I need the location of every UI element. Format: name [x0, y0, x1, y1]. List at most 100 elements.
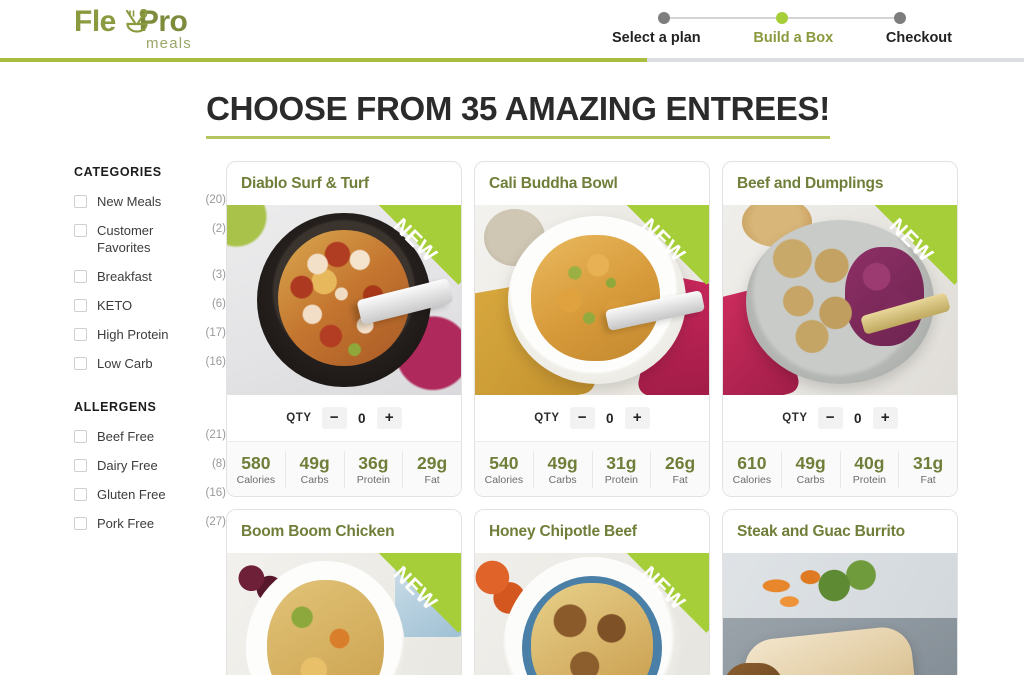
- filter-label-gluten-free: Gluten Free: [97, 487, 166, 502]
- filter-label-dairy-free: Dairy Free: [97, 458, 158, 473]
- filter-item-dairy-free[interactable]: Dairy Free (8): [74, 457, 226, 474]
- filter-count-breakfast: (3): [211, 269, 226, 281]
- qty-stepper: − 0 +: [569, 407, 650, 429]
- logo-wordmark: Fle Pro: [74, 6, 224, 38]
- filter-item-keto[interactable]: KETO (6): [74, 297, 226, 314]
- meal-photo: NEW: [723, 205, 957, 395]
- filter-item-low-carb[interactable]: Low Carb (16): [74, 355, 226, 372]
- filter-count-new-meals: (20): [205, 194, 226, 206]
- filter-sidebar: CATEGORIES New Meals (20) Customer Favor…: [74, 161, 226, 675]
- stepper-dot-select-a-plan[interactable]: [658, 12, 670, 24]
- filter-count-dairy-free: (8): [211, 458, 226, 470]
- meal-title: Steak and Guac Burrito: [737, 523, 905, 540]
- qty-label: QTY: [782, 412, 808, 424]
- meal-title: Cali Buddha Bowl: [489, 175, 618, 192]
- filter-count-keto: (6): [211, 298, 226, 310]
- meal-title: Diablo Surf & Turf: [241, 175, 369, 192]
- checkbox-customer-favorites[interactable]: [74, 224, 87, 237]
- calories-value: 610: [737, 452, 767, 473]
- logo-text-flex: Fle: [74, 5, 116, 38]
- meal-title: Beef and Dumplings: [737, 175, 884, 192]
- flexpro-logo[interactable]: Fle Pro meals: [74, 6, 224, 56]
- meal-card[interactable]: Honey Chipotle Beef NEW QTY − 0 + Calori…: [474, 509, 710, 675]
- checkbox-pork-free[interactable]: [74, 517, 87, 530]
- checkbox-breakfast[interactable]: [74, 270, 87, 283]
- checkbox-new-meals[interactable]: [74, 195, 87, 208]
- page-title: CHOOSE FROM 35 AMAZING ENTREES!: [206, 90, 830, 139]
- header-progress-bar: [0, 58, 1024, 62]
- carbs-label: Carbs: [548, 473, 577, 486]
- filter-item-beef-free[interactable]: Beef Free (21): [74, 428, 226, 445]
- filter-label-breakfast: Breakfast: [97, 269, 152, 284]
- filter-label-beef-free: Beef Free: [97, 429, 155, 444]
- filter-label-low-carb: Low Carb: [97, 356, 153, 371]
- stepper-dot-build-a-box[interactable]: [776, 12, 788, 24]
- protein-value: 40g: [854, 452, 885, 473]
- checkbox-keto[interactable]: [74, 299, 87, 312]
- step-checkout[interactable]: Checkout: [886, 30, 952, 46]
- checkbox-beef-free[interactable]: [74, 430, 87, 443]
- checkbox-high-protein[interactable]: [74, 328, 87, 341]
- page-title-container: CHOOSE FROM 35 AMAZING ENTREES!: [0, 90, 1024, 139]
- header-progress-fill: [0, 58, 648, 62]
- filter-item-new-meals[interactable]: New Meals (20): [74, 193, 226, 210]
- checkout-stepper: Select a plan Build a Box Checkout: [612, 12, 952, 46]
- protein-label: Protein: [356, 473, 391, 486]
- fat-label: Fat: [672, 473, 688, 486]
- filter-item-pork-free[interactable]: Pork Free (27): [74, 515, 226, 532]
- qty-row: QTY − 0 +: [475, 395, 709, 442]
- qty-value: 0: [853, 410, 862, 426]
- stepper-dot-checkout[interactable]: [894, 12, 906, 24]
- allergens-heading: ALLERGENS: [74, 400, 157, 414]
- filter-count-low-carb: (16): [205, 356, 226, 368]
- nutrition-carbs: 49g Carbs: [782, 450, 841, 488]
- meal-photo: NEW: [227, 205, 461, 395]
- qty-increment-button[interactable]: +: [624, 407, 650, 429]
- filter-item-breakfast[interactable]: Breakfast (3): [74, 268, 226, 285]
- carbs-value: 49g: [299, 452, 330, 473]
- filter-label-pork-free: Pork Free: [97, 516, 155, 531]
- qty-stepper: − 0 +: [817, 407, 898, 429]
- filter-item-customer-favorites[interactable]: Customer Favorites (2): [74, 222, 226, 256]
- qty-label: QTY: [286, 412, 312, 424]
- meal-card[interactable]: Cali Buddha Bowl NEW QTY − 0 + 540 Calor…: [474, 161, 710, 497]
- calories-label: Calories: [732, 473, 772, 486]
- nutrition-calories: 610 Calories: [723, 450, 782, 488]
- filter-count-customer-favorites: (2): [211, 223, 226, 235]
- qty-increment-button[interactable]: +: [872, 407, 898, 429]
- qty-stepper: − 0 +: [321, 407, 402, 429]
- protein-label: Protein: [852, 473, 887, 486]
- calories-value: 540: [489, 452, 519, 473]
- qty-value: 0: [605, 410, 614, 426]
- qty-increment-button[interactable]: +: [376, 407, 402, 429]
- carbs-label: Carbs: [796, 473, 825, 486]
- filter-label-keto: KETO: [97, 298, 133, 313]
- filter-item-gluten-free[interactable]: Gluten Free (16): [74, 486, 226, 503]
- checkbox-dairy-free[interactable]: [74, 459, 87, 472]
- nutrition-carbs: 49g Carbs: [534, 450, 593, 488]
- filter-item-high-protein[interactable]: High Protein (17): [74, 326, 226, 343]
- categories-filter-group: CATEGORIES New Meals (20) Customer Favor…: [74, 165, 226, 372]
- meal-photo: NEW: [227, 553, 461, 675]
- filter-count-gluten-free: (16): [205, 487, 226, 499]
- checkbox-low-carb[interactable]: [74, 357, 87, 370]
- meal-card[interactable]: Beef and Dumplings NEW QTY − 0 + 610 Cal…: [722, 161, 958, 497]
- step-select-a-plan[interactable]: Select a plan: [612, 30, 701, 46]
- step-build-a-box[interactable]: Build a Box: [753, 30, 833, 46]
- filter-count-high-protein: (17): [205, 327, 226, 339]
- qty-decrement-button[interactable]: −: [817, 407, 843, 429]
- qty-decrement-button[interactable]: −: [321, 407, 347, 429]
- meal-card[interactable]: Diablo Surf & Turf NEW QTY − 0 + 580 Cal…: [226, 161, 462, 497]
- nutrition-row: 580 Calories 49g Carbs 36g Protein 29g F…: [227, 442, 461, 496]
- qty-row: QTY − 0 +: [227, 395, 461, 442]
- qty-decrement-button[interactable]: −: [569, 407, 595, 429]
- filter-label-customer-favorites: Customer Favorites: [97, 223, 154, 255]
- meal-card[interactable]: Boom Boom Chicken NEW QTY − 0 + Calories: [226, 509, 462, 675]
- checkbox-gluten-free[interactable]: [74, 488, 87, 501]
- fat-value: 26g: [665, 452, 696, 473]
- meal-card[interactable]: Steak and Guac Burrito QTY − 0 + Calorie…: [722, 509, 958, 675]
- meal-title: Honey Chipotle Beef: [489, 523, 637, 540]
- fork-spoon-bowl-icon: [125, 9, 148, 33]
- protein-value: 31g: [606, 452, 637, 473]
- fat-label: Fat: [920, 473, 936, 486]
